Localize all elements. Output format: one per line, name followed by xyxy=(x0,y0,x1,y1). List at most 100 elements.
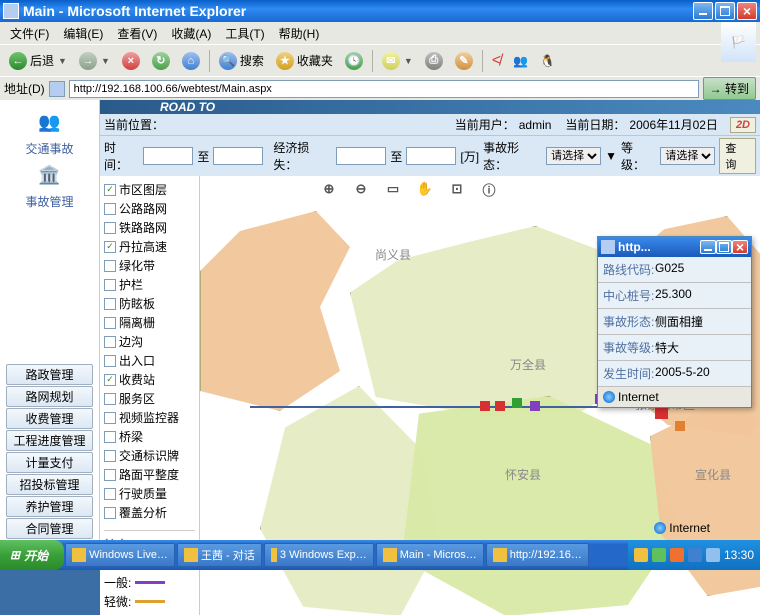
layer-item[interactable]: 护栏 xyxy=(104,275,195,294)
marker-red[interactable] xyxy=(480,401,490,411)
system-tray[interactable]: 13:30 xyxy=(628,540,760,570)
popup-titlebar[interactable]: http... xyxy=(598,237,751,257)
checkbox-icon[interactable] xyxy=(104,431,116,443)
ext-icon-3[interactable]: 🐧 xyxy=(535,49,560,73)
sidebar-button-4[interactable]: 计量支付 xyxy=(6,452,93,473)
checkbox-icon[interactable] xyxy=(104,184,116,196)
layer-item[interactable]: 出入口 xyxy=(104,351,195,370)
pan-icon[interactable]: ✋ xyxy=(416,180,434,198)
popup-maximize-button[interactable] xyxy=(716,240,732,254)
marker-orange[interactable] xyxy=(675,421,685,431)
ext-icon-2[interactable]: 👥 xyxy=(508,49,533,73)
checkbox-icon[interactable] xyxy=(104,203,116,215)
address-input[interactable] xyxy=(69,80,699,98)
level-select[interactable]: 请选择 xyxy=(660,147,715,165)
marker-purple[interactable] xyxy=(530,401,540,411)
menu-favorites[interactable]: 收藏(A) xyxy=(165,23,217,44)
select-icon[interactable]: ▭ xyxy=(384,180,402,198)
home-button[interactable]: ⌂ xyxy=(177,49,205,73)
go-button[interactable]: → 转到 xyxy=(703,77,756,100)
close-button[interactable] xyxy=(737,2,757,20)
query-button[interactable]: 查 询 xyxy=(719,138,756,174)
mail-button[interactable]: ✉▼ xyxy=(377,49,418,73)
stop-button[interactable]: × xyxy=(117,49,145,73)
menu-view[interactable]: 查看(V) xyxy=(111,23,163,44)
identify-icon[interactable]: ⓘ xyxy=(480,180,498,198)
layer-item[interactable]: 桥梁 xyxy=(104,427,195,446)
layer-item[interactable]: 市区图层 xyxy=(104,180,195,199)
tray-icon[interactable] xyxy=(634,548,648,562)
time-from-input[interactable] xyxy=(143,147,193,165)
checkbox-icon[interactable] xyxy=(104,374,116,386)
back-button[interactable]: ←后退▼ xyxy=(4,49,72,73)
layer-item[interactable]: 隔离栅 xyxy=(104,313,195,332)
checkbox-icon[interactable] xyxy=(104,507,116,519)
layer-item[interactable]: 服务区 xyxy=(104,389,195,408)
checkbox-icon[interactable] xyxy=(104,393,116,405)
maximize-button[interactable] xyxy=(715,2,735,20)
time-to-input[interactable] xyxy=(213,147,263,165)
checkbox-icon[interactable] xyxy=(104,336,116,348)
search-button[interactable]: 🔍搜索 xyxy=(214,49,269,73)
taskbar-item[interactable]: http://192.16… xyxy=(486,543,589,567)
checkbox-icon[interactable] xyxy=(104,450,116,462)
layer-item[interactable]: 丹拉高速 xyxy=(104,237,195,256)
forward-button[interactable]: →▼ xyxy=(74,49,115,73)
checkbox-icon[interactable] xyxy=(104,412,116,424)
history-button[interactable]: 🕓 xyxy=(340,49,368,73)
layer-item[interactable]: 收费站 xyxy=(104,370,195,389)
checkbox-icon[interactable] xyxy=(104,241,116,253)
sidebar-icon-label-0[interactable]: 交通事故 xyxy=(6,138,93,159)
sidebar-button-2[interactable]: 收费管理 xyxy=(6,408,93,429)
favorites-button[interactable]: ★收藏夹 xyxy=(271,49,338,73)
menu-help[interactable]: 帮助(H) xyxy=(273,23,326,44)
layer-item[interactable]: 覆盖分析 xyxy=(104,503,195,522)
tray-icon[interactable] xyxy=(670,548,684,562)
menu-file[interactable]: 文件(F) xyxy=(4,23,55,44)
checkbox-icon[interactable] xyxy=(104,222,116,234)
taskbar-item[interactable]: 王茜 - 对话 xyxy=(177,543,262,567)
zoom-out-icon[interactable]: ⊖ xyxy=(352,180,370,198)
layer-item[interactable]: 防眩板 xyxy=(104,294,195,313)
layer-item[interactable]: 绿化带 xyxy=(104,256,195,275)
taskbar-item[interactable]: 3 Windows Exp… xyxy=(264,543,374,567)
layer-item[interactable]: 路面平整度 xyxy=(104,465,195,484)
edit-button[interactable]: ✎ xyxy=(450,49,478,73)
tray-icon[interactable] xyxy=(652,548,666,562)
sidebar-button-6[interactable]: 养护管理 xyxy=(6,496,93,517)
layer-item[interactable]: 边沟 xyxy=(104,332,195,351)
checkbox-icon[interactable] xyxy=(104,279,116,291)
menu-tools[interactable]: 工具(T) xyxy=(219,23,270,44)
print-button[interactable]: ⎙ xyxy=(420,49,448,73)
layer-item[interactable]: 公路路网 xyxy=(104,199,195,218)
zoom-in-icon[interactable]: ⊕ xyxy=(320,180,338,198)
checkbox-icon[interactable] xyxy=(104,469,116,481)
minimize-button[interactable] xyxy=(693,2,713,20)
layer-item[interactable]: 交通标识牌 xyxy=(104,446,195,465)
sidebar-button-5[interactable]: 招投标管理 xyxy=(6,474,93,495)
layer-item[interactable]: 行驶质量 xyxy=(104,484,195,503)
ext-icon-1[interactable]: ≮ xyxy=(487,49,506,73)
form-select[interactable]: 请选择 xyxy=(546,147,601,165)
extent-icon[interactable]: ⊡ xyxy=(448,180,466,198)
tray-icon[interactable] xyxy=(688,548,702,562)
marker-green[interactable] xyxy=(512,398,522,408)
sidebar-icon-label-1[interactable]: 事故管理 xyxy=(6,191,93,212)
sidebar-button-7[interactable]: 合同管理 xyxy=(6,518,93,539)
marker-red[interactable] xyxy=(495,401,505,411)
taskbar-item[interactable]: Main - Micros… xyxy=(376,543,484,567)
popup-close-button[interactable] xyxy=(732,240,748,254)
sidebar-button-1[interactable]: 路网规划 xyxy=(6,386,93,407)
traffic-accident-icon[interactable]: 👥 xyxy=(32,108,68,136)
checkbox-icon[interactable] xyxy=(104,260,116,272)
layer-item[interactable]: 视频监控器 xyxy=(104,408,195,427)
2d-button[interactable]: 2D xyxy=(730,117,756,133)
checkbox-icon[interactable] xyxy=(104,317,116,329)
layer-item[interactable]: 铁路路网 xyxy=(104,218,195,237)
popup-minimize-button[interactable] xyxy=(700,240,716,254)
loss-to-input[interactable] xyxy=(406,147,456,165)
sidebar-button-3[interactable]: 工程进度管理 xyxy=(6,430,93,451)
start-button[interactable]: ⊞开始 xyxy=(0,540,64,570)
tray-icon[interactable] xyxy=(706,548,720,562)
checkbox-icon[interactable] xyxy=(104,488,116,500)
